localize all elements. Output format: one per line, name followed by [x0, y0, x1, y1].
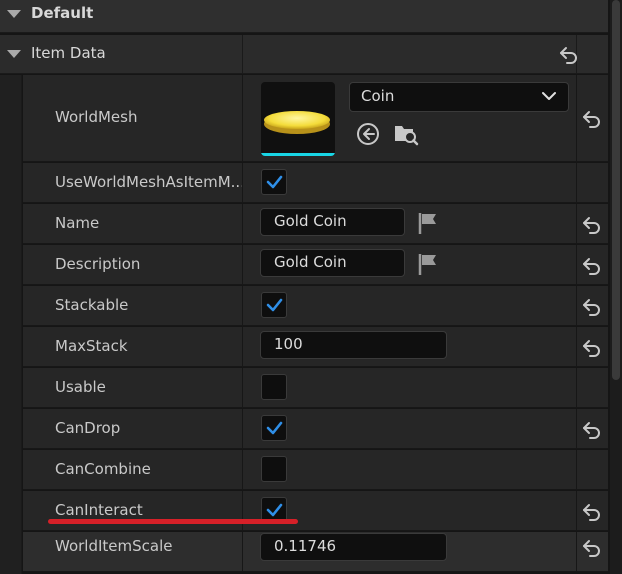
- property-name: UseWorldMeshAsItemM...: [55, 173, 243, 191]
- column-divider: [242, 35, 243, 74]
- collapse-triangle-icon[interactable]: [7, 50, 21, 58]
- localization-flag-icon[interactable]: [417, 211, 439, 235]
- asset-type-color-bar: [261, 153, 335, 156]
- property-row-usable: Usable: [23, 368, 608, 408]
- property-row-description: Description Gold Coin: [23, 245, 608, 285]
- column-divider: [242, 450, 243, 489]
- column-divider: [242, 204, 243, 243]
- property-row-cancombine: CanCombine: [23, 450, 608, 490]
- cancombine-checkbox[interactable]: [261, 456, 287, 482]
- reset-to-default-icon[interactable]: [581, 536, 603, 558]
- column-divider: [576, 532, 577, 571]
- property-row-caninteract: CanInteract: [23, 491, 608, 531]
- category-item-data[interactable]: Item Data: [0, 35, 608, 74]
- column-divider: [576, 409, 577, 448]
- mesh-asset-value: Coin: [361, 87, 395, 105]
- column-divider: [242, 409, 243, 448]
- column-divider: [242, 245, 243, 284]
- worlditemscale-number-field[interactable]: 0.11746: [260, 533, 447, 561]
- property-name: CanInteract: [55, 501, 143, 519]
- reset-to-default-icon[interactable]: [558, 43, 580, 65]
- column-divider: [576, 163, 577, 202]
- reset-to-default-icon[interactable]: [581, 107, 603, 129]
- property-row-worldmesh: WorldMesh Coin: [23, 75, 608, 162]
- localization-flag-icon[interactable]: [417, 252, 439, 276]
- column-divider: [242, 163, 243, 202]
- category-default[interactable]: Default: [0, 0, 608, 33]
- property-name: Usable: [55, 378, 106, 396]
- usable-checkbox[interactable]: [261, 374, 287, 400]
- category-default-label: Default: [31, 4, 94, 22]
- scrollbar-thumb[interactable]: [612, 0, 620, 380]
- reset-to-default-icon[interactable]: [581, 336, 603, 358]
- browse-asset-icon[interactable]: [393, 121, 419, 147]
- use-world-mesh-checkbox[interactable]: [261, 169, 287, 195]
- reset-to-default-icon[interactable]: [581, 254, 603, 276]
- column-divider: [576, 450, 577, 489]
- property-row-worlditemscale: WorldItemScale 0.11746: [23, 532, 608, 572]
- column-divider: [576, 204, 577, 243]
- checkmark-icon: [266, 175, 283, 189]
- property-name: MaxStack: [55, 337, 128, 355]
- property-name: CanDrop: [55, 419, 121, 437]
- column-divider: [242, 491, 243, 530]
- candrop-checkbox[interactable]: [261, 415, 287, 441]
- coin-mesh-image: [264, 111, 330, 134]
- category-item-data-label: Item Data: [31, 44, 106, 62]
- annotation-underline: [48, 519, 298, 524]
- mesh-thumbnail[interactable]: [261, 82, 335, 156]
- column-divider: [576, 368, 577, 407]
- property-row-maxstack: MaxStack 100: [23, 327, 608, 367]
- mesh-asset-dropdown[interactable]: Coin: [349, 82, 569, 112]
- stackable-checkbox[interactable]: [261, 292, 287, 318]
- column-divider: [576, 75, 577, 161]
- property-name: Description: [55, 255, 141, 273]
- name-text-field[interactable]: Gold Coin: [260, 208, 405, 236]
- indent-gutter: [0, 75, 22, 574]
- checkmark-icon: [266, 298, 283, 312]
- reset-to-default-icon[interactable]: [581, 213, 603, 235]
- property-row-name: Name Gold Coin: [23, 204, 608, 244]
- column-divider: [576, 286, 577, 325]
- property-name: WorldItemScale: [55, 537, 173, 555]
- chevron-down-icon: [542, 92, 556, 100]
- use-selected-asset-icon[interactable]: [355, 121, 381, 147]
- property-name: WorldMesh: [55, 108, 138, 126]
- property-row-use-world-mesh: UseWorldMeshAsItemM...: [23, 163, 608, 203]
- checkmark-icon: [266, 503, 283, 517]
- property-name: CanCombine: [55, 460, 151, 478]
- property-row-candrop: CanDrop: [23, 409, 608, 449]
- column-divider: [242, 532, 243, 571]
- collapse-triangle-icon[interactable]: [7, 10, 21, 18]
- vertical-scrollbar[interactable]: [610, 0, 622, 574]
- column-divider: [242, 286, 243, 325]
- reset-to-default-icon[interactable]: [581, 418, 603, 440]
- property-row-stackable: Stackable: [23, 286, 608, 326]
- property-name: Name: [55, 214, 100, 232]
- column-divider: [576, 491, 577, 530]
- reset-to-default-icon[interactable]: [581, 295, 603, 317]
- description-text-field[interactable]: Gold Coin: [260, 249, 405, 277]
- column-divider: [242, 368, 243, 407]
- column-divider: [576, 327, 577, 366]
- maxstack-number-field[interactable]: 100: [260, 331, 447, 359]
- column-divider: [242, 327, 243, 366]
- column-divider: [576, 245, 577, 284]
- column-divider: [242, 75, 243, 161]
- reset-to-default-icon[interactable]: [581, 500, 603, 522]
- checkmark-icon: [266, 421, 283, 435]
- property-name: Stackable: [55, 296, 129, 314]
